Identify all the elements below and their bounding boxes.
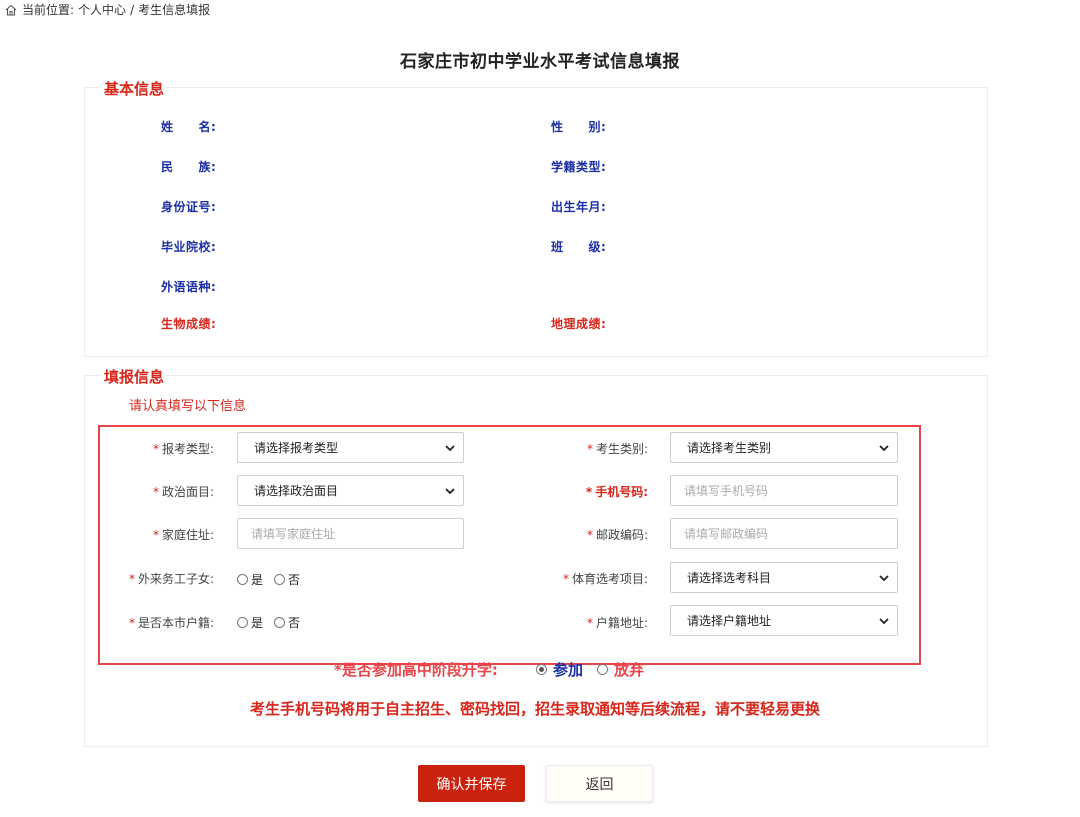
required-star: *: [586, 616, 593, 630]
fill-hint: 请认真填写以下信息: [129, 399, 247, 414]
migrant-child-radio-group: 是 否: [237, 571, 311, 588]
migrant-child-yes-radio[interactable]: [237, 574, 248, 585]
local-hukou-yes-label[interactable]: 是: [251, 614, 263, 631]
required-star: *: [152, 485, 159, 499]
label-ethnicity: 民 族:: [161, 160, 217, 174]
hukou-address-label: * 户籍地址:: [586, 616, 648, 630]
exam-type-label: * 报考类型:: [152, 442, 214, 456]
political-select[interactable]: 请选择政治面目: [237, 475, 464, 506]
address-placeholder: 请填写家庭住址: [251, 527, 336, 541]
advance-quit-label[interactable]: 放弃: [614, 659, 644, 680]
chevron-down-icon: [879, 445, 889, 452]
hukou-address-select[interactable]: 请选择户籍地址: [670, 605, 898, 636]
breadcrumb-prefix: 当前位置:: [22, 3, 75, 17]
local-hukou-radio-group: 是 否: [237, 614, 311, 631]
required-star: *: [152, 442, 159, 456]
political-value: 请选择政治面目: [254, 484, 339, 498]
required-star: *: [128, 616, 135, 630]
advance-quit-radio[interactable]: [597, 664, 608, 675]
label-school: 毕业院校:: [161, 240, 217, 254]
candidate-type-value: 请选择考生类别: [687, 441, 772, 455]
local-hukou-label: * 是否本市户籍:: [128, 616, 214, 630]
advance-join-radio[interactable]: [536, 664, 547, 675]
label-gender: 性 别:: [551, 120, 607, 134]
phone-placeholder: 请填写手机号码: [684, 484, 769, 498]
required-star: *: [585, 485, 593, 499]
basic-info-legend: 基本信息: [102, 78, 167, 99]
postcode-placeholder: 请填写邮政编码: [684, 527, 769, 541]
label-biology-score: 生物成绩:: [161, 317, 217, 331]
label-name: 姓 名:: [161, 120, 217, 134]
breadcrumb: 当前位置: 个人中心 / 考生信息填报: [4, 1, 210, 18]
postcode-label: * 邮政编码:: [586, 528, 648, 542]
migrant-child-yes-label[interactable]: 是: [251, 571, 263, 588]
fill-info-legend: 填报信息: [102, 366, 167, 387]
address-input[interactable]: 请填写家庭住址: [237, 518, 464, 549]
home-icon: [5, 4, 17, 16]
exam-type-select[interactable]: 请选择报考类型: [237, 432, 464, 463]
label-id-number: 身份证号:: [161, 200, 217, 214]
phone-notice: 考生手机号码将用于自主招生、密码找回，招生录取通知等后续流程，请不要轻易更换: [249, 700, 820, 718]
chevron-down-icon: [445, 445, 455, 452]
advance-label: *是否参加高中阶段升学:: [334, 661, 498, 679]
address-label: * 家庭住址:: [152, 528, 214, 542]
advance-join-label[interactable]: 参加: [553, 659, 583, 680]
political-label: * 政治面目:: [152, 485, 214, 499]
page-title: 石家庄市初中学业水平考试信息填报: [400, 52, 680, 72]
required-star: *: [586, 442, 593, 456]
postcode-input[interactable]: 请填写邮政编码: [670, 518, 898, 549]
candidate-type-select[interactable]: 请选择考生类别: [670, 432, 898, 463]
chevron-down-icon: [879, 618, 889, 625]
required-star: *: [128, 572, 135, 586]
migrant-child-no-label[interactable]: 否: [288, 571, 300, 588]
chevron-down-icon: [445, 488, 455, 495]
required-star: *: [562, 572, 569, 586]
advance-quit-option[interactable]: 放弃: [597, 659, 644, 680]
breadcrumb-personal-center[interactable]: 个人中心: [78, 1, 126, 18]
label-geography-score: 地理成绩:: [551, 317, 607, 331]
local-hukou-no-radio[interactable]: [274, 617, 286, 628]
basic-info-section: [84, 87, 988, 357]
label-language: 外语语种:: [161, 280, 217, 294]
required-star: *: [586, 528, 593, 542]
phone-label: * 手机号码:: [585, 485, 648, 499]
pe-item-select[interactable]: 请选择选考科目: [670, 562, 898, 593]
candidate-type-label: * 考生类别:: [586, 442, 648, 456]
migrant-child-no-radio[interactable]: [274, 574, 286, 585]
local-hukou-yes-radio[interactable]: [237, 617, 248, 628]
advance-join-option[interactable]: 参加: [536, 659, 583, 680]
pe-item-label: * 体育选考项目:: [562, 572, 648, 586]
chevron-down-icon: [879, 575, 889, 582]
label-class: 班 级:: [551, 240, 607, 254]
migrant-child-label: * 外来务工子女:: [128, 572, 214, 586]
breadcrumb-separator: /: [130, 2, 135, 17]
label-birth-date: 出生年月:: [551, 200, 607, 214]
local-hukou-no-label[interactable]: 否: [288, 614, 300, 631]
hukou-address-value: 请选择户籍地址: [687, 614, 772, 628]
phone-input[interactable]: 请填写手机号码: [670, 475, 898, 506]
required-star: *: [152, 528, 159, 542]
label-status-type: 学籍类型:: [551, 160, 607, 174]
breadcrumb-current: 考生信息填报: [138, 3, 211, 17]
back-button[interactable]: 返回: [546, 765, 653, 802]
exam-type-value: 请选择报考类型: [254, 441, 339, 455]
confirm-save-button[interactable]: 确认并保存: [418, 765, 525, 802]
pe-item-value: 请选择选考科目: [687, 571, 772, 585]
